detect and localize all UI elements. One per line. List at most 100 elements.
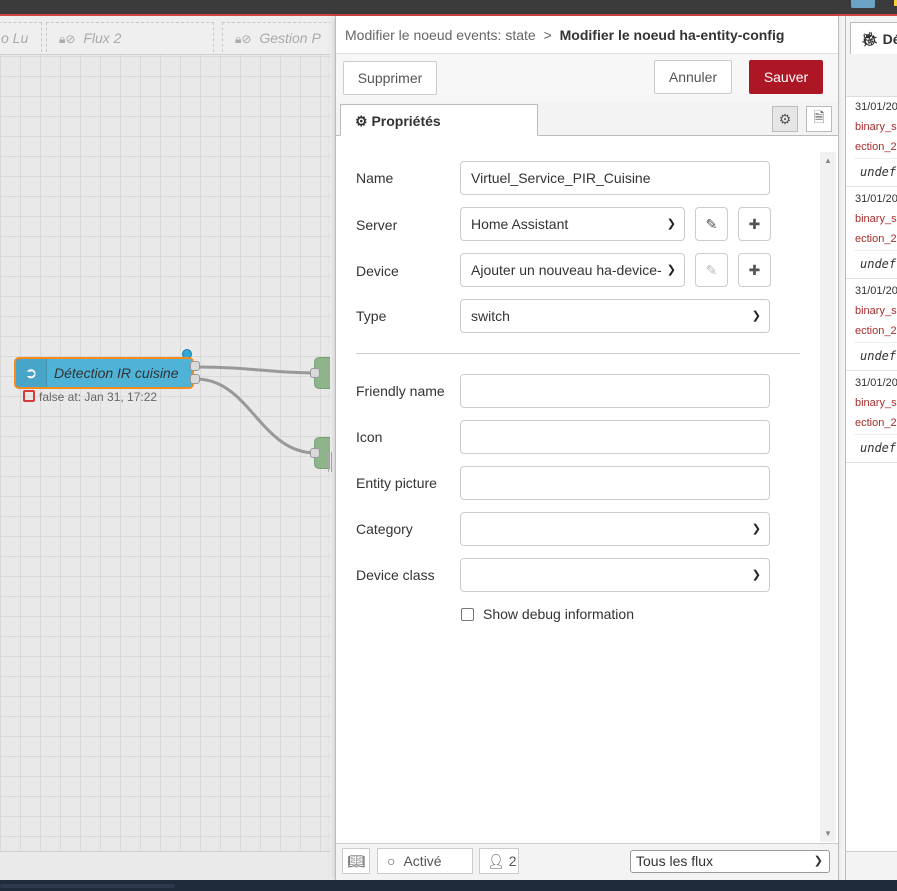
debug-value: undef [854,250,897,272]
breadcrumb-separator: > [543,27,552,43]
debug-date: 31/01/20 [855,285,897,297]
flow-scope-value: Tous les flux [636,853,714,869]
flow-workspace[interactable]: o Lu 🔒︎⊘ Flux 2 🔒︎⊘ Gestion P ➲ Détectio… [0,16,330,880]
entity-picture-input[interactable] [460,466,770,500]
status-square-icon [23,390,35,402]
sidebar-tabs: 🐞︎ Dé [846,16,897,97]
save-button[interactable]: Sauver [749,60,823,94]
debug-message[interactable]: 31/01/20 binary_s ection_2 undef [846,280,897,371]
type-value: switch [471,308,510,324]
tab-debug[interactable]: 🐞︎ Dé [850,22,897,54]
name-input[interactable]: Virtuel_Service_PIR_Cuisine [460,161,770,195]
arrow-in-icon: ➲ [16,359,47,387]
debug-date: 31/01/20 [855,193,897,205]
sidebar-footer [846,851,897,880]
device-class-label: Device class [356,567,435,583]
node-description-button[interactable]: 🗎 [806,106,832,132]
user-icon: 👤︎ [487,852,505,869]
debug-topic: ection_2 [855,233,897,245]
device-class-select[interactable]: ❯ [460,558,770,592]
breadcrumb-parent[interactable]: Modifier le noeud events: state [345,27,536,43]
debug-date: 31/01/20 [855,377,897,389]
debug-checkbox[interactable] [461,608,474,621]
document-icon: 🗎 [813,109,825,125]
gear-icon: ⚙ [778,110,792,127]
category-select[interactable]: ❯ [460,512,770,546]
device-value: Ajouter un nouveau ha-device- [471,262,662,278]
debug-topic: ection_2 [855,417,897,429]
book-icon: 📖︎ [347,852,365,869]
chevron-down-icon: ❯ [751,569,761,581]
tray-footer: 📖︎ ○ Activé 👤︎ 2 Tous les flux ❯ [336,843,838,880]
add-server-button[interactable]: ✚ [738,207,771,241]
debug-label[interactable]: Show debug information [483,606,634,622]
device-select[interactable]: Ajouter un nouveau ha-device- ❯ [460,253,685,287]
add-device-button[interactable]: ✚ [738,253,771,287]
node-users-button[interactable]: 👤︎ 2 [479,848,519,874]
taskbar-item[interactable] [0,884,175,888]
pencil-icon: ✎ [705,215,718,232]
node-input-port-2[interactable] [310,448,320,458]
scroll-up-icon[interactable]: ▲ [824,156,832,165]
header-bar [0,0,897,16]
node-enabled-toggle[interactable]: ○ Activé [377,848,473,874]
icon-label: Icon [356,429,383,445]
flow-scope-select[interactable]: Tous les flux ❯ [630,850,830,873]
tab-properties[interactable]: ⚙ Propriétés [340,104,538,136]
debug-message[interactable]: 31/01/20 binary_s ection_2 undef [846,96,897,187]
debug-source[interactable]: binary_s [855,305,897,317]
debug-source[interactable]: binary_s [855,213,897,225]
wire-1 [195,365,317,375]
node-help-button[interactable]: 📖︎ [342,848,370,874]
chevron-down-icon: ❯ [813,855,823,867]
chevron-down-icon: ❯ [666,264,676,276]
delete-button[interactable]: Supprimer [343,61,437,95]
node-output-port-2[interactable] [190,374,200,384]
node-settings-button[interactable]: ⚙ [772,106,798,132]
wire-2 [195,377,317,455]
scroll-down-icon[interactable]: ▼ [824,829,832,838]
debug-date: 31/01/20 [855,101,897,113]
debug-message[interactable]: 31/01/20 binary_s ection_2 undef [846,188,897,279]
debug-topic: ection_2 [855,141,897,153]
event-state-node[interactable]: ➲ Détection IR cuisine [14,357,194,389]
server-label: Server [356,217,398,233]
plus-icon: ✚ [748,261,761,278]
name-value: Virtuel_Service_PIR_Cuisine [471,170,651,186]
plus-icon: ✚ [748,215,761,232]
node-output-port-1[interactable] [190,361,200,371]
debug-sidebar: 🐞︎ Dé 31/01/20 binary_s ection_2 undef 3… [845,16,897,880]
server-value: Home Assistant [471,216,569,232]
tray-resize-handle[interactable] [328,452,332,472]
icon-input[interactable] [460,420,770,454]
pencil-icon: ✎ [705,261,718,278]
chevron-down-icon: ❯ [751,523,761,535]
edit-device-button[interactable]: ✎ [695,253,728,287]
node-users-count: 2 [508,853,517,869]
edit-server-button[interactable]: ✎ [695,207,728,241]
friendly-name-input[interactable] [460,374,770,408]
chevron-down-icon: ❯ [666,218,676,230]
workspace-footer [0,851,330,880]
server-select[interactable]: Home Assistant ❯ [460,207,685,241]
gear-icon: ⚙ [355,113,368,129]
node-enabled-label: Activé [403,853,442,869]
node-status-text: false at: Jan 31, 17:22 [39,390,158,404]
chevron-down-icon: ❯ [751,310,761,322]
category-label: Category [356,521,413,537]
node-label: Détection IR cuisine [54,365,179,381]
debug-source[interactable]: binary_s [855,397,897,409]
type-select[interactable]: switch ❯ [460,299,770,333]
device-label: Device [356,263,399,279]
type-label: Type [356,308,387,324]
form-divider [356,353,800,354]
deploy-button[interactable] [851,0,875,8]
tab-debug-label: Dé [882,31,897,47]
debug-message[interactable]: 31/01/20 binary_s ection_2 undef [846,372,897,463]
form-scrollbar[interactable]: ▲ ▼ [820,152,836,842]
debug-value: undef [854,342,897,364]
node-input-port-1[interactable] [310,368,320,378]
debug-value: undef [854,158,897,180]
cancel-button[interactable]: Annuler [654,60,732,94]
debug-source[interactable]: binary_s [855,121,897,133]
